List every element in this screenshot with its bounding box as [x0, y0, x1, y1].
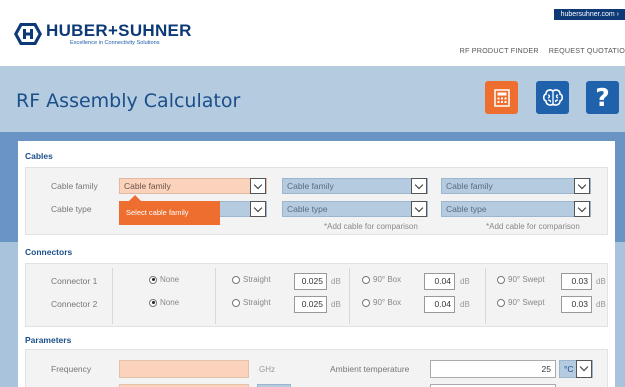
chevron-down-icon: [411, 201, 427, 217]
connectors-section-title: Connectors: [25, 247, 73, 257]
cable-type-label: Cable type: [51, 204, 92, 214]
parameters-section: Frequency GHz Ambient temperature 25 °C: [25, 349, 608, 387]
frequency-label: Frequency: [51, 364, 92, 374]
brain-button[interactable]: [536, 81, 569, 114]
chevron-down-icon: [250, 201, 266, 217]
db-unit: dB: [596, 300, 606, 309]
connector-2-straight-loss-input[interactable]: 0.025: [294, 296, 327, 313]
connector-1-swept-loss-input[interactable]: 0.03: [561, 273, 592, 290]
connector-1-label: Connector 1: [51, 276, 98, 286]
radio-icon: [497, 275, 505, 284]
cables-section-title: Cables: [25, 151, 53, 161]
chevron-down-icon: [574, 201, 590, 217]
connector-2-straight-radio[interactable]: Straight: [232, 298, 271, 307]
radio-selected-icon: [149, 298, 157, 307]
ghz-unit: GHz: [259, 365, 275, 374]
divider: [215, 268, 216, 324]
connector-1-straight-radio[interactable]: Straight: [232, 275, 271, 284]
divider: [349, 268, 350, 324]
add-cable-note-3: *Add cable for comparison: [486, 222, 580, 231]
radio-icon: [497, 298, 505, 307]
connector-2-box-loss-input[interactable]: 0.04: [424, 296, 455, 313]
db-unit: dB: [331, 277, 341, 286]
ambient-temperature-input[interactable]: 25: [430, 360, 556, 378]
logo-tagline: Excellence in Connectivity Solutions: [70, 40, 160, 46]
connector-2-label: Connector 2: [51, 299, 98, 309]
db-unit: dB: [460, 277, 470, 286]
page-header: RF Assembly Calculator ?: [0, 66, 625, 132]
connector-1-90-box-radio[interactable]: 90° Box: [362, 275, 401, 284]
connector-2-90-box-radio[interactable]: 90° Box: [362, 298, 401, 307]
connector-2-90-swept-radio[interactable]: 90° Swept: [497, 298, 545, 307]
radio-icon: [232, 275, 240, 284]
radio-icon: [362, 275, 370, 284]
db-unit: dB: [331, 300, 341, 309]
radio-selected-icon: [149, 275, 157, 284]
top-bar: hubersuhner.com › HUBER+SUHNER Excellenc…: [0, 0, 625, 66]
calculator-icon: [493, 88, 510, 107]
db-unit: dB: [596, 277, 606, 286]
nav-request-quotation[interactable]: REQUEST QUOTATIO: [549, 46, 625, 55]
divider: [112, 268, 113, 324]
cables-section: Cable family Cable type Cable family Cab…: [25, 167, 608, 235]
connector-2-swept-loss-input[interactable]: 0.03: [561, 296, 592, 313]
external-site-link[interactable]: hubersuhner.com ›: [553, 9, 625, 20]
parameters-section-title: Parameters: [25, 335, 72, 345]
cable-family-select-2[interactable]: Cable family: [282, 178, 428, 194]
db-unit: dB: [460, 300, 470, 309]
chevron-down-icon: [576, 360, 592, 378]
calculator-button[interactable]: [485, 81, 518, 114]
help-button[interactable]: ?: [586, 81, 619, 114]
cable-family-label: Cable family: [51, 181, 98, 191]
company-logo[interactable]: HUBER+SUHNER Excellence in Connectivity …: [13, 22, 192, 46]
cable-type-select-3[interactable]: Cable type: [441, 201, 591, 217]
connector-1-box-loss-input[interactable]: 0.04: [424, 273, 455, 290]
connectors-section: Connector 1 None Straight 0.025 dB 90° B…: [25, 263, 608, 327]
frequency-input[interactable]: [119, 360, 249, 378]
radio-icon: [362, 298, 370, 307]
radio-icon: [232, 298, 240, 307]
divider: [485, 268, 486, 324]
chevron-down-icon: [411, 178, 427, 194]
chevron-down-icon: [574, 178, 590, 194]
select-cable-family-tooltip: Select cable family: [119, 195, 220, 225]
connector-2-none-radio[interactable]: None: [149, 298, 179, 307]
ambient-temperature-label: Ambient temperature: [330, 364, 410, 374]
cable-family-select-3[interactable]: Cable family: [441, 178, 591, 194]
brain-icon: [542, 88, 563, 106]
logo-name: HUBER+SUHNER: [46, 21, 192, 40]
top-nav: RF PRODUCT FINDER REQUEST QUOTATIO: [460, 46, 625, 55]
cable-family-select-1[interactable]: Cable family: [119, 178, 267, 194]
chevron-down-icon: [250, 178, 266, 194]
logo-mark-icon: [13, 22, 43, 46]
connector-1-straight-loss-input[interactable]: 0.025: [294, 273, 327, 290]
nav-rf-product-finder[interactable]: RF PRODUCT FINDER: [460, 46, 539, 55]
connector-1-90-swept-radio[interactable]: 90° Swept: [497, 275, 545, 284]
calculator-card: Cables Cable family Cable type Cable fam…: [18, 141, 615, 387]
temperature-unit-select[interactable]: °C: [559, 360, 593, 378]
page-title: RF Assembly Calculator: [16, 90, 241, 112]
connector-1-none-radio[interactable]: None: [149, 275, 179, 284]
cable-type-select-2[interactable]: Cable type: [282, 201, 428, 217]
add-cable-note-2: *Add cable for comparison: [324, 222, 418, 231]
